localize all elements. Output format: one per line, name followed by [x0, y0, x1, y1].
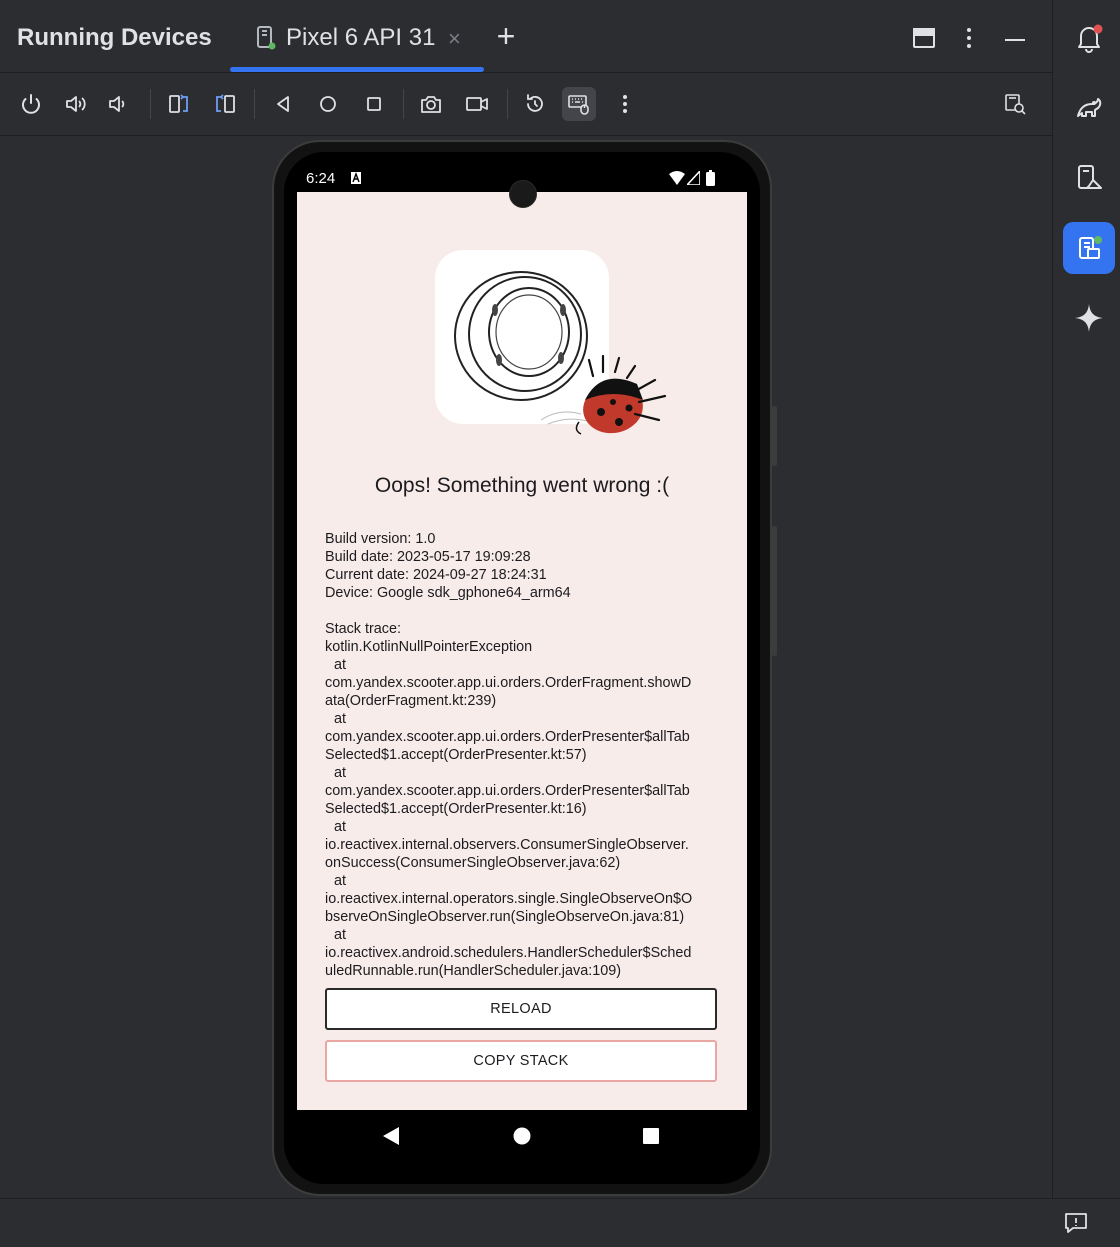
stack-trace-line: uledRunnable.run(HandlerScheduler.java:1… [325, 963, 622, 978]
keyboard-mouse-icon[interactable] [562, 87, 596, 121]
screenshot-icon[interactable] [414, 87, 448, 121]
minimize-icon[interactable] [1000, 23, 1030, 53]
battery-icon [706, 170, 715, 186]
feedback-icon[interactable] [1063, 1211, 1089, 1235]
detail-current-date: Current date: 2024-09-27 18:24:31 [325, 567, 547, 583]
stack-trace-line: Selected$1.accept(OrderPresenter.kt:57) [325, 747, 587, 763]
build-details: Build version: 1.0 Build date: 2023-05-1… [325, 530, 725, 602]
back-icon[interactable] [266, 87, 300, 121]
status-time: 6:24 [306, 170, 336, 187]
phone-navigation-bar [297, 1110, 747, 1162]
device-explorer-icon[interactable] [998, 87, 1032, 121]
stack-trace-line: io.reactivex.internal.observers.Consumer… [325, 837, 689, 853]
notification-icon [351, 172, 361, 184]
ide-status-bar [0, 1198, 1120, 1247]
stack-trace-line: onSuccess(ConsumerSingleObserver.java:62… [325, 855, 621, 871]
top-bar: Running Devices Pixel 6 API 31 × + [0, 0, 1052, 73]
more-icon[interactable] [608, 87, 642, 121]
power-icon[interactable] [14, 87, 48, 121]
screen-record-icon[interactable] [460, 87, 494, 121]
running-devices-icon[interactable] [1063, 222, 1115, 274]
device-manager-icon[interactable] [1063, 152, 1115, 204]
front-camera [509, 180, 537, 208]
detail-build-date: Build date: 2023-05-17 19:09:28 [325, 549, 531, 565]
nav-home-icon[interactable] [513, 1127, 531, 1145]
active-tab-indicator [230, 67, 484, 72]
stack-trace-line: at [334, 657, 347, 673]
detail-build-version: Build version: 1.0 [325, 531, 436, 547]
window-layout-icon[interactable] [909, 23, 939, 53]
add-tab-button[interactable]: + [492, 20, 520, 52]
device-screen[interactable]: 6:24 Oops! Something went wrong:(Build… [297, 164, 747, 1162]
options-menu-icon[interactable] [954, 23, 984, 53]
toolbar-separator [254, 89, 255, 119]
toolbar-separator [150, 89, 151, 119]
bug-illustration [435, 250, 667, 435]
stack-trace-line: com.yandex.scooter.app.ui.orders.OrderPr… [325, 729, 690, 745]
cell-signal-icon [687, 171, 700, 185]
stack-trace-line: bserveOnSingleObserver.run(SingleObserve… [325, 909, 685, 925]
reset-icon[interactable] [518, 87, 552, 121]
toolbar-separator [403, 89, 404, 119]
detail-device: Device: Google sdk_gphone64_arm64 [325, 585, 571, 601]
error-title: Oops! Something went wrong :( [374, 474, 670, 497]
phone-volume-key[interactable] [772, 526, 777, 656]
rotate-left-icon[interactable] [162, 87, 196, 121]
reload-button[interactable]: RELOAD [325, 988, 717, 1030]
stack-trace[interactable]: Stack trace: kotlin.KotlinNullPointerExce… [325, 620, 725, 978]
stack-trace-line: kotlin.KotlinNullPointerException [325, 639, 533, 655]
panel-title: Running Devices [17, 24, 212, 51]
tab-label: Pixel 6 API 31 [286, 24, 436, 51]
stack-trace-line: io.reactivex.internal.operators.single.S… [325, 891, 693, 907]
stack-trace-line: io.reactivex.android.schedulers.HandlerS… [325, 945, 692, 961]
right-tool-window-bar [1052, 0, 1120, 1198]
volume-up-icon[interactable] [59, 87, 93, 121]
stack-trace-line: ata(OrderFragment.kt:239) [325, 693, 497, 709]
device-toolbar [0, 73, 1052, 136]
volume-down-icon[interactable] [102, 87, 136, 121]
stack-trace-line: Selected$1.accept(OrderPresenter.kt:16) [325, 801, 587, 817]
gemini-icon[interactable] [1063, 292, 1115, 344]
stack-trace-line: at [334, 765, 347, 781]
copy-stack-button[interactable]: COPY STACK [325, 1040, 717, 1082]
wifi-icon [669, 171, 685, 185]
toolbar-separator [507, 89, 508, 119]
gradle-icon[interactable] [1063, 82, 1115, 134]
crash-screen: Oops! Something went wrong :( Build vers… [297, 192, 747, 1110]
phone-power-key[interactable] [772, 406, 777, 466]
stack-trace-line: com.yandex.scooter.app.ui.orders.OrderPr… [325, 783, 690, 799]
stack-trace-line: at [334, 927, 347, 943]
rotate-right-icon[interactable] [208, 87, 242, 121]
notifications-icon[interactable] [1063, 12, 1115, 64]
stack-trace-heading: Stack trace: [325, 621, 401, 637]
device-tab-icon [254, 24, 278, 52]
nav-back-icon[interactable] [383, 1127, 399, 1145]
nav-overview-icon[interactable] [643, 1128, 659, 1144]
home-icon[interactable] [311, 87, 345, 121]
stack-trace-line: com.yandex.scooter.app.ui.orders.OrderFr… [325, 675, 692, 691]
tab-close-icon[interactable]: × [448, 28, 461, 50]
stack-trace-line: at [334, 873, 347, 889]
overview-icon[interactable] [357, 87, 391, 121]
tab-pixel-6-api-31[interactable]: Pixel 6 API 31 × [230, 0, 484, 72]
stack-trace-line: at [334, 711, 347, 727]
stack-trace-line: at [334, 819, 347, 835]
